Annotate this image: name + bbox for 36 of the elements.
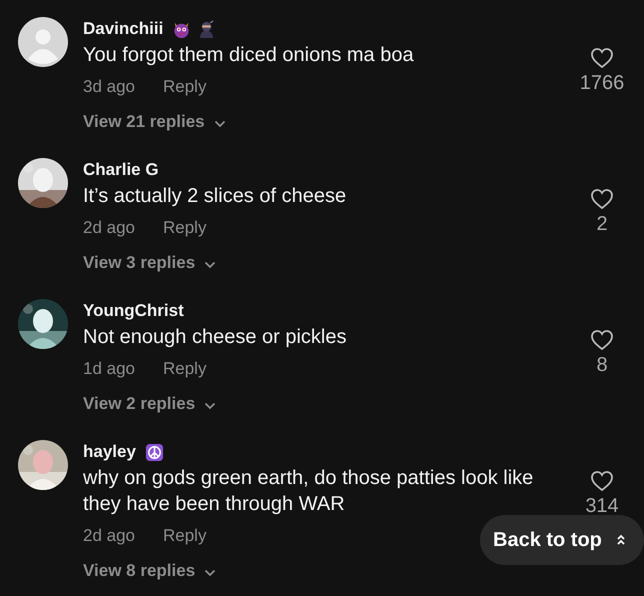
comment-text: Not enough cheese or pickles [83,325,348,350]
comment-text: why on gods green earth, do those patties look like they have been through WAR [83,466,534,517]
comment-time: 2d ago [83,525,135,547]
comment-time: 2d ago [83,217,135,239]
username[interactable]: hayley [83,442,136,462]
ninja-icon [197,20,216,38]
comment-text: You forgot them diced onions ma boa [83,43,415,68]
heart-icon[interactable] [590,47,614,69]
like-count: 2 [596,212,608,237]
reply-link[interactable]: Reply [163,355,206,383]
comment-text: It’s actually 2 slices of cheese [83,184,348,209]
chevron-down-icon [214,120,226,128]
heart-icon[interactable] [590,470,614,492]
username[interactable]: YoungChrist [83,301,184,321]
like-count: 8 [596,353,608,378]
view-replies-link[interactable]: View 3 replies [83,249,216,277]
heart-icon[interactable] [590,329,614,351]
username[interactable]: Charlie G [83,160,159,180]
double-chevron-up-icon [616,534,626,546]
comment-time: 3d ago [83,76,135,98]
comment-time: 1d ago [83,358,135,380]
avatar-placeholder-icon[interactable] [18,17,68,67]
heart-icon[interactable] [590,188,614,210]
like-count: 1766 [580,71,624,96]
reply-link[interactable]: Reply [163,214,206,242]
username[interactable]: Davinchiii [83,19,164,39]
reply-link[interactable]: Reply [163,522,206,550]
view-replies-link[interactable]: View 2 replies [83,390,216,418]
chevron-down-icon [204,402,216,410]
chevron-down-icon [204,568,216,576]
view-replies-link[interactable]: View 21 replies [83,108,226,136]
view-replies-link[interactable]: View 8 replies [83,557,216,585]
back-to-top-button[interactable]: Back to top [480,515,644,565]
chevron-down-icon [204,260,216,268]
reply-link[interactable]: Reply [163,73,206,101]
peace-symbol-icon [144,442,164,462]
